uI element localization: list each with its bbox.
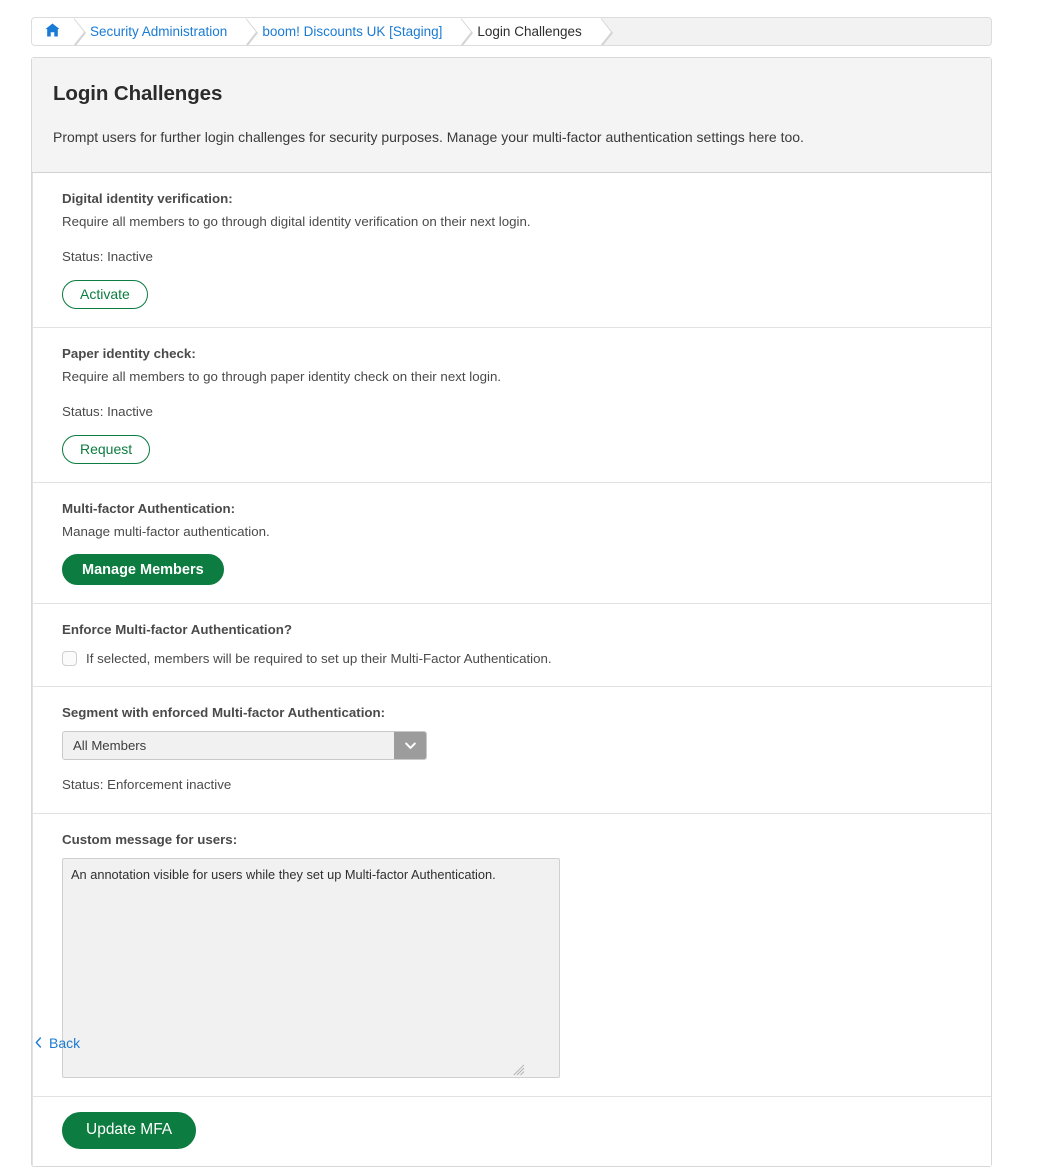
page-subtitle: Prompt users for further login challenge…: [53, 129, 804, 145]
section-digital-identity-verification: Digital identity verification: Require a…: [32, 173, 991, 328]
home-icon: [45, 23, 60, 40]
section-description: Require all members to go through digita…: [62, 214, 531, 230]
card-footer: Update MFA: [32, 1096, 991, 1166]
breadcrumb-label: Login Challenges: [477, 24, 582, 39]
section-label: Multi-factor Authentication:: [62, 500, 236, 516]
section-label: Enforce Multi-factor Authentication?: [62, 622, 292, 638]
breadcrumb: Security Administration boom! Discounts …: [31, 17, 992, 46]
section-enforce-mfa: Enforce Multi-factor Authentication? If …: [32, 604, 991, 688]
section-description: Manage multi-factor authentication.: [62, 524, 270, 540]
breadcrumb-item-security-administration[interactable]: Security Administration: [74, 18, 259, 45]
section-custom-message: Custom message for users:: [32, 813, 991, 1097]
breadcrumb-label: Security Administration: [90, 24, 228, 39]
custom-message-textarea[interactable]: [62, 857, 560, 1078]
enforce-mfa-checkbox-label: If selected, members will be required to…: [86, 650, 552, 666]
custom-message-wrapper: [62, 857, 970, 1078]
segment-select-value: All Members: [63, 732, 394, 760]
status-text: Status: Inactive: [62, 248, 153, 264]
breadcrumb-label: boom! Discounts UK [Staging]: [262, 24, 443, 39]
back-link-label: Back: [49, 1035, 81, 1051]
enforce-mfa-checkbox-row[interactable]: If selected, members will be required to…: [62, 650, 970, 669]
breadcrumb-item-current: Login Challenges: [461, 18, 614, 45]
update-mfa-button[interactable]: Update MFA: [62, 1111, 197, 1149]
chevron-left-icon: [35, 1035, 42, 1051]
section-label: Paper identity check:: [62, 345, 196, 361]
section-label: Custom message for users:: [62, 831, 238, 847]
section-paper-identity-check: Paper identity check: Require all member…: [32, 327, 991, 483]
section-description: Require all members to go through paper …: [62, 369, 502, 385]
status-text: Status: Inactive: [62, 403, 153, 419]
enforce-mfa-checkbox[interactable]: [62, 651, 77, 667]
breadcrumb-item-tenant[interactable]: boom! Discounts UK [Staging]: [246, 18, 474, 45]
page-title: Login Challenges: [53, 82, 223, 105]
section-label: Segment with enforced Multi-factor Authe…: [62, 705, 386, 721]
card-header: Login Challenges Prompt users for furthe…: [32, 58, 991, 174]
segment-select[interactable]: All Members: [62, 731, 427, 761]
breadcrumb-item-home[interactable]: [32, 18, 86, 45]
login-challenges-card: Login Challenges Prompt users for furthe…: [31, 57, 992, 1167]
section-segment: Segment with enforced Multi-factor Authe…: [32, 687, 991, 814]
manage-members-button[interactable]: Manage Members: [62, 554, 224, 586]
segment-status-text: Status: Enforcement inactive: [62, 777, 232, 793]
back-link[interactable]: Back: [35, 1035, 80, 1051]
section-label: Digital identity verification:: [62, 191, 233, 207]
request-button[interactable]: Request: [62, 434, 151, 464]
activate-button[interactable]: Activate: [62, 279, 148, 309]
chevron-down-icon[interactable]: [394, 732, 426, 760]
section-multi-factor-authentication: Multi-factor Authentication: Manage mult…: [32, 482, 991, 605]
